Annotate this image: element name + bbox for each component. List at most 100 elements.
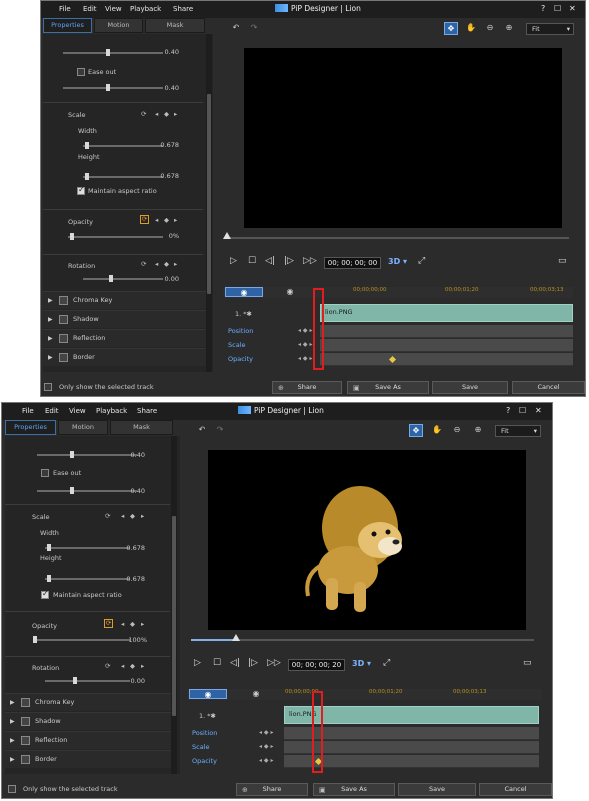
display-settings-icon[interactable]: ▭ [558,256,567,266]
play-icon[interactable]: ▷ [194,658,201,668]
chroma-key-checkbox[interactable] [59,296,68,305]
rotation-slider-thumb[interactable] [109,275,113,282]
undo-icon[interactable]: ↶ [195,424,209,437]
fullscreen-icon[interactable]: ⤢ [418,256,425,266]
timeline-fit-icon[interactable]: ◉ [225,287,263,297]
scale-prev-keyframe-icon[interactable]: ◂ [155,110,158,118]
menu-edit[interactable]: Edit [83,5,97,13]
save-as-button[interactable]: ▣ Save As [313,783,395,796]
keyframe-nav-icon[interactable]: ◂ ◆ ▸ [259,729,273,736]
height-slider-thumb[interactable] [85,173,89,180]
opacity-next-keyframe-icon[interactable]: ▸ [141,620,144,628]
timeline-zoom-icon[interactable]: ◉ [249,689,263,699]
redo-icon[interactable]: ↷ [247,22,261,35]
keyframe-lane[interactable] [320,339,573,352]
menu-playback[interactable]: Playback [130,5,161,13]
tab-motion[interactable]: Motion [94,18,143,33]
fullscreen-icon[interactable]: ⤢ [383,658,390,668]
preview-scrub-bar[interactable] [191,639,534,641]
help-button[interactable]: ? [541,4,545,13]
zoom-in-icon[interactable]: ⊕ [502,22,516,35]
share-button[interactable]: ⊕ Share [272,381,342,394]
properties-scrollbar[interactable] [206,34,212,372]
rotation-prev-keyframe-icon[interactable]: ◂ [155,260,158,268]
ease-out-slider[interactable] [63,87,163,89]
accordion-shadow[interactable]: ▶ Shadow [5,712,173,730]
accordion-shadow[interactable]: ▶ Shadow [43,310,208,328]
shadow-checkbox[interactable] [21,717,30,726]
close-button[interactable]: ✕ [569,4,576,13]
opacity-add-keyframe-icon[interactable]: ◆ [130,620,135,628]
fast-forward-icon[interactable]: ▷▷ [267,658,281,668]
reflection-checkbox[interactable] [59,334,68,343]
accordion-border[interactable]: ▶ Border [43,348,208,366]
tab-mask[interactable]: Mask [145,18,205,33]
lion-image[interactable] [208,450,526,630]
menu-playback[interactable]: Playback [96,407,127,415]
3d-mode-button[interactable]: 3D ▾ [388,257,407,266]
scrollbar-thumb[interactable] [172,516,176,716]
chroma-key-checkbox[interactable] [21,698,30,707]
menu-view[interactable]: View [69,407,86,415]
rotation-slider-thumb[interactable] [73,677,77,684]
share-button[interactable]: ⊕ Share [236,783,308,796]
timeline-fit-icon[interactable]: ◉ [189,689,227,699]
cancel-button[interactable]: Cancel [479,783,552,796]
scale-prev-keyframe-icon[interactable]: ◂ [121,512,124,520]
scale-next-keyframe-icon[interactable]: ▸ [141,512,144,520]
cancel-button[interactable]: Cancel [512,381,585,394]
border-checkbox[interactable] [21,755,30,764]
display-settings-icon[interactable]: ▭ [523,658,532,668]
opacity-add-keyframe-icon[interactable]: ◆ [164,216,169,224]
preview-scrub-bar[interactable] [226,237,569,239]
hand-tool-icon[interactable]: ✋ [430,424,444,437]
scrub-thumb[interactable] [232,634,240,641]
zoom-select[interactable]: Fit ▾ [495,425,541,437]
save-as-button[interactable]: ▣ Save As [347,381,429,394]
accordion-chroma-key[interactable]: ▶ Chroma Key [5,693,173,711]
menu-file[interactable]: File [22,407,34,415]
keyframe-nav-icon[interactable]: ◂ ◆ ▸ [298,327,312,334]
prev-frame-icon[interactable]: ◁| [230,658,240,668]
prev-frame-icon[interactable]: ◁| [265,256,275,266]
opacity-slider-thumb[interactable] [70,233,74,240]
menu-edit[interactable]: Edit [45,407,59,415]
opacity-reset-icon[interactable]: ⟳ [140,215,149,224]
ease-out-checkbox[interactable] [41,469,49,477]
maximize-button[interactable]: ☐ [519,406,526,415]
scale-add-keyframe-icon[interactable]: ◆ [130,512,135,520]
maintain-aspect-checkbox[interactable] [41,589,49,599]
zoom-select[interactable]: Fit ▾ [526,23,574,35]
tab-properties[interactable]: Properties [43,18,92,33]
only-selected-track-checkbox[interactable] [44,383,52,391]
menu-file[interactable]: File [59,5,71,13]
timecode-display[interactable]: 00; 00; 00; 00 [324,257,381,269]
scrub-thumb[interactable] [223,232,231,239]
keyframe-nav-icon[interactable]: ◂ ◆ ▸ [259,757,273,764]
scale-reset-icon[interactable]: ⟳ [141,110,146,118]
preview-canvas[interactable] [208,450,526,630]
timecode-display[interactable]: 00; 00; 00; 20 [288,659,345,671]
only-selected-track-checkbox[interactable] [8,785,16,793]
rotation-reset-icon[interactable]: ⟳ [141,260,146,268]
zoom-in-icon[interactable]: ⊕ [471,424,485,437]
fade-in-slider[interactable] [63,52,163,54]
maintain-aspect-checkbox[interactable] [77,185,85,195]
shadow-checkbox[interactable] [59,315,68,324]
rotation-next-keyframe-icon[interactable]: ▸ [141,662,144,670]
tab-mask[interactable]: Mask [110,420,173,435]
stop-icon[interactable]: ☐ [248,256,256,266]
keyframe-nav-icon[interactable]: ◂ ◆ ▸ [298,341,312,348]
accordion-border[interactable]: ▶ Border [5,750,173,768]
next-frame-icon[interactable]: |▷ [248,658,258,668]
rotation-add-keyframe-icon[interactable]: ◆ [164,260,169,268]
keyframe-nav-icon[interactable]: ◂ ◆ ▸ [259,743,273,750]
rotation-next-keyframe-icon[interactable]: ▸ [174,260,177,268]
properties-scrollbar[interactable] [171,436,177,774]
width-slider-thumb[interactable] [85,142,89,149]
zoom-out-icon[interactable]: ⊖ [450,424,464,437]
rotation-add-keyframe-icon[interactable]: ◆ [130,662,135,670]
timeline-zoom-icon[interactable]: ◉ [283,287,297,297]
keyframe-lane[interactable] [320,353,573,366]
scale-add-keyframe-icon[interactable]: ◆ [164,110,169,118]
